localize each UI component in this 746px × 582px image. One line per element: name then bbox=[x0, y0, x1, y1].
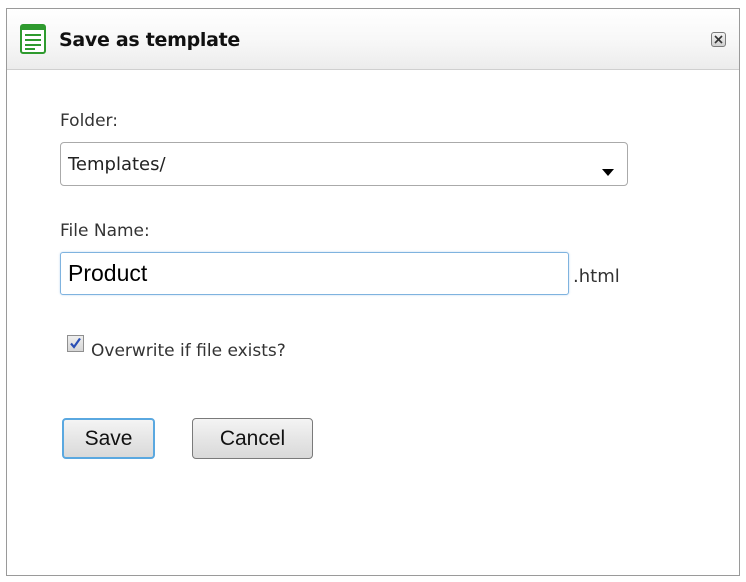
close-icon bbox=[714, 35, 723, 44]
dropdown-arrow-icon bbox=[602, 161, 614, 180]
close-button[interactable] bbox=[711, 32, 726, 47]
document-lines-icon bbox=[20, 24, 46, 54]
folder-select-value: Templates/ bbox=[68, 154, 166, 175]
overwrite-label[interactable]: Overwrite if file exists? bbox=[91, 341, 286, 361]
cancel-button[interactable]: Cancel bbox=[192, 418, 313, 459]
file-name-input[interactable] bbox=[60, 252, 569, 295]
dialog-titlebar[interactable]: Save as template bbox=[7, 9, 739, 70]
checkmark-icon bbox=[70, 337, 81, 349]
save-as-template-dialog: Save as template Folder: Templates/ File… bbox=[6, 8, 740, 576]
overwrite-checkbox[interactable] bbox=[67, 335, 84, 352]
folder-label: Folder: bbox=[60, 111, 118, 131]
dialog-title: Save as template bbox=[59, 29, 241, 51]
file-name-label: File Name: bbox=[60, 221, 150, 241]
folder-select[interactable]: Templates/ bbox=[60, 142, 628, 186]
save-button[interactable]: Save bbox=[62, 418, 155, 459]
file-extension-label: .html bbox=[573, 266, 620, 287]
